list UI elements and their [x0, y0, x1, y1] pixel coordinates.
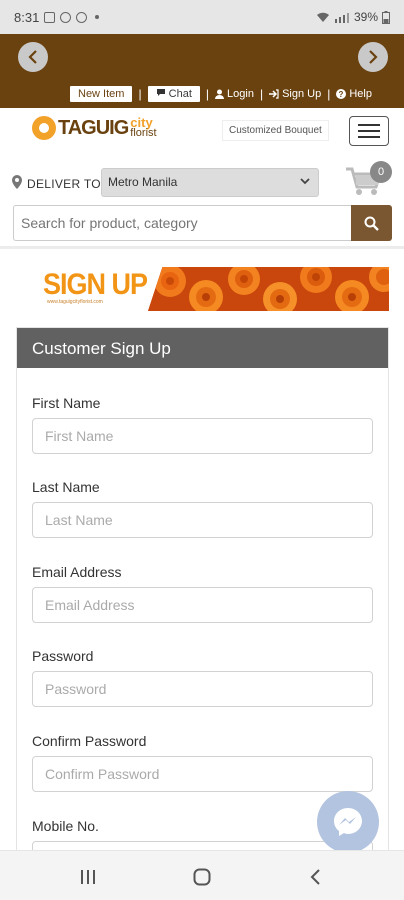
banner-url: www.taguigcityflorist.com — [47, 299, 103, 305]
last-name-label: Last Name — [32, 479, 100, 495]
logo-text: TAGUIG — [58, 116, 129, 139]
app-notification-icon — [60, 11, 72, 23]
first-name-field[interactable] — [32, 418, 373, 454]
link-separator: | — [327, 87, 331, 101]
chevron-right-icon — [369, 50, 378, 64]
messenger-chat-button[interactable] — [317, 791, 379, 853]
sign-up-link[interactable]: Sign Up — [269, 88, 321, 100]
site-header: TAGUIG city florist Customized Bouquet — [0, 108, 404, 158]
delivery-location-value: Metro Manila — [108, 175, 178, 189]
logo-subtext: city florist — [130, 116, 157, 139]
password-field[interactable] — [32, 671, 373, 707]
chevron-down-icon — [300, 178, 310, 185]
flower-logo-icon — [32, 116, 56, 140]
prev-arrow-button[interactable] — [18, 42, 48, 72]
confirm-password-field[interactable] — [32, 756, 373, 792]
link-separator: | — [259, 87, 264, 101]
hamburger-line — [358, 136, 380, 138]
banner-title: SIGN UP — [43, 267, 148, 301]
back-icon — [310, 869, 320, 885]
chevron-left-icon — [28, 50, 37, 64]
delivery-location-select[interactable]: Metro Manila — [101, 168, 319, 197]
chat-icon — [156, 89, 165, 96]
cart-count-badge: 0 — [370, 161, 392, 183]
help-link[interactable]: ? Help — [336, 88, 372, 100]
recent-apps-button[interactable] — [76, 865, 100, 889]
sign-up-form: Customer Sign Up First Name Last Name Em… — [16, 327, 389, 877]
login-label: Login — [227, 88, 254, 100]
customized-bouquet-link[interactable]: Customized Bouquet — [222, 120, 329, 141]
search-button[interactable] — [351, 205, 392, 241]
home-button[interactable] — [190, 865, 214, 889]
wifi-icon — [316, 12, 329, 22]
sign-in-icon — [269, 89, 279, 99]
new-item-link[interactable]: New Item — [70, 86, 133, 102]
email-field[interactable] — [32, 587, 373, 623]
menu-button[interactable] — [349, 116, 389, 146]
section-divider — [0, 246, 404, 249]
chat-link[interactable]: Chat — [147, 86, 200, 102]
svg-text:?: ? — [339, 90, 344, 99]
confirm-password-label: Confirm Password — [32, 733, 147, 749]
first-name-label: First Name — [32, 395, 101, 411]
top-links: New Item | Chat | Login | Sign Up | ? He… — [70, 86, 396, 102]
top-banner: New Item | Chat | Login | Sign Up | ? He… — [0, 34, 404, 108]
hamburger-line — [358, 124, 380, 126]
search-bar — [13, 205, 392, 241]
sign-up-label: Sign Up — [282, 88, 322, 100]
password-label: Password — [32, 648, 94, 664]
deliver-to-label: DELIVER TO — [27, 177, 101, 191]
messenger-icon — [334, 808, 362, 836]
home-icon — [193, 868, 211, 886]
battery-text: 39% — [353, 10, 378, 24]
login-link[interactable]: Login — [215, 88, 254, 100]
question-icon: ? — [336, 89, 347, 99]
recent-apps-icon — [81, 870, 95, 884]
battery-icon — [382, 10, 390, 24]
search-icon — [364, 216, 379, 231]
email-label: Email Address — [32, 564, 122, 580]
help-label: Help — [349, 88, 372, 100]
form-title: Customer Sign Up — [17, 328, 388, 368]
deliver-row: DELIVER TO Metro Manila 0 — [12, 161, 392, 199]
hamburger-line — [358, 130, 380, 132]
link-separator: | — [138, 87, 142, 101]
more-notifications-icon — [95, 15, 100, 19]
messenger-notification-icon — [76, 11, 88, 23]
gallery-notification-icon — [44, 11, 56, 23]
logo-florist-text: florist — [130, 127, 157, 139]
roses-image — [148, 267, 389, 311]
site-logo[interactable]: TAGUIG city florist — [32, 116, 157, 140]
status-time: 8:31 — [14, 9, 40, 25]
chat-link-label: Chat — [168, 88, 192, 100]
android-nav-bar — [0, 850, 404, 900]
status-bar: 8:31 39% — [0, 0, 404, 34]
back-button[interactable] — [303, 865, 327, 889]
mobile-label: Mobile No. — [32, 818, 99, 834]
map-pin-icon — [12, 175, 22, 189]
search-input[interactable] — [13, 205, 351, 241]
next-arrow-button[interactable] — [358, 42, 388, 72]
signal-icon — [334, 12, 349, 23]
last-name-field[interactable] — [32, 502, 373, 538]
sign-up-banner: SIGN UP www.taguigcityflorist.com — [43, 267, 389, 311]
user-icon — [215, 89, 225, 99]
link-separator: | — [205, 87, 210, 101]
